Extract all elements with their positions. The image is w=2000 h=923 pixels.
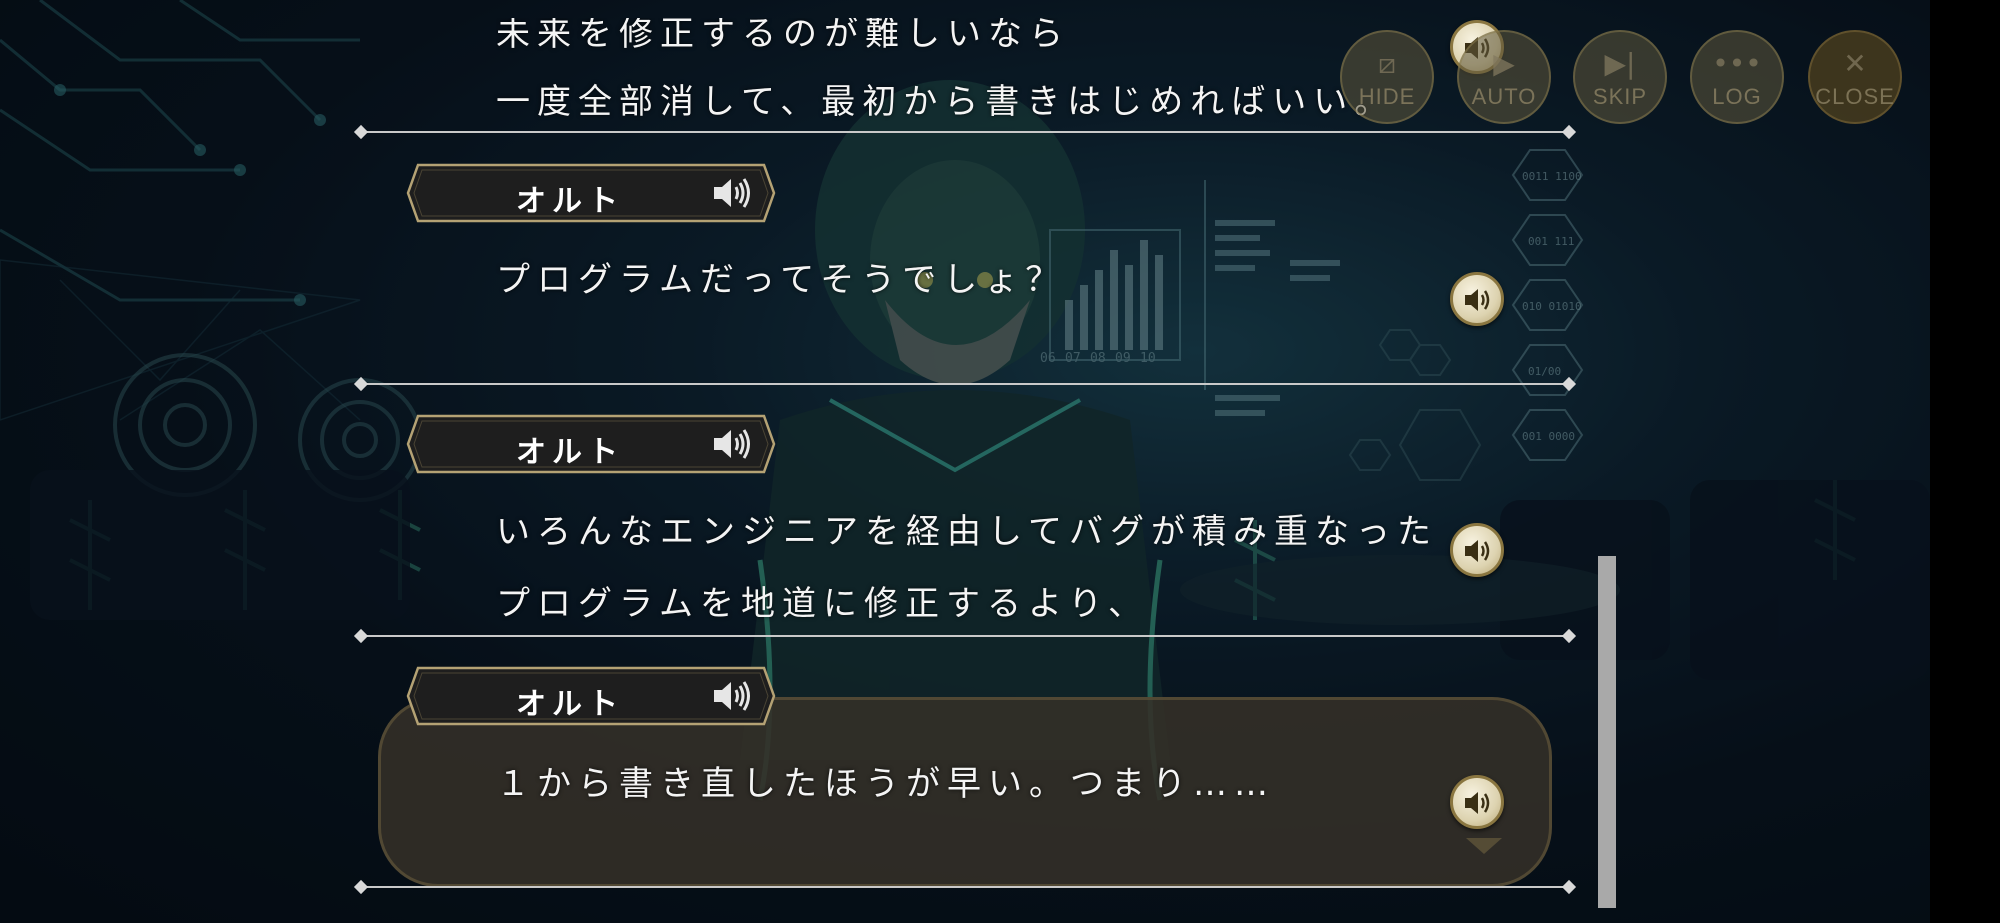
close-icon: ✕ [1843,47,1867,80]
next-indicator-icon [1466,838,1502,854]
log-separator [360,886,1570,888]
log-separator [360,635,1570,637]
auto-button[interactable]: ▶ AUTO [1457,30,1551,124]
speaker-icon [1465,792,1490,814]
speaker-icon [714,429,750,459]
speaker-name: オルト [516,435,624,470]
speaker-nameplate: オルト [406,414,776,474]
voice-replay-button[interactable] [1450,272,1504,326]
log-separator [360,383,1570,385]
hide-button[interactable]: ⧄ HIDE [1340,30,1434,124]
auto-label: AUTO [1471,84,1537,109]
skip-button[interactable]: ▶| SKIP [1573,30,1667,124]
voice-replay-button[interactable] [1450,775,1504,829]
log-line: １から書き直したほうが早い。つまり…… [496,764,1275,804]
log-separator [360,131,1570,133]
speaker-name: オルト [516,687,624,722]
speaker-icon [1465,289,1490,311]
log-line: プログラムだってそうでしょ？ [496,260,1067,300]
right-letterbox [1930,0,2000,923]
log-line: プログラムを地道に修正するより、 [496,584,1149,624]
hide-icon: ⧄ [1378,47,1396,80]
auto-icon: ▶ [1493,47,1515,80]
hide-label: HIDE [1358,84,1416,109]
log-line: 一度全部消して、最初から書きはじめればいい。 [496,82,1396,122]
speaker-icon [1465,540,1490,562]
log-icon: ••• [1712,47,1762,80]
speaker-name: オルト [516,184,624,219]
log-line: いろんなエンジニアを経由してバグが積み重なった [496,512,1438,552]
speaker-nameplate: オルト [406,666,776,726]
log-label: LOG [1712,84,1762,109]
speaker-nameplate: オルト [406,163,776,223]
log-scrollbar-thumb[interactable] [1598,556,1616,908]
skip-icon: ▶| [1604,47,1636,80]
speaker-icon [714,681,750,711]
log-button[interactable]: ••• LOG [1690,30,1784,124]
close-button[interactable]: ✕ CLOSE [1808,30,1902,124]
close-label: CLOSE [1815,84,1895,109]
voice-replay-button[interactable] [1450,523,1504,577]
skip-label: SKIP [1592,84,1648,109]
speaker-icon [714,178,750,208]
